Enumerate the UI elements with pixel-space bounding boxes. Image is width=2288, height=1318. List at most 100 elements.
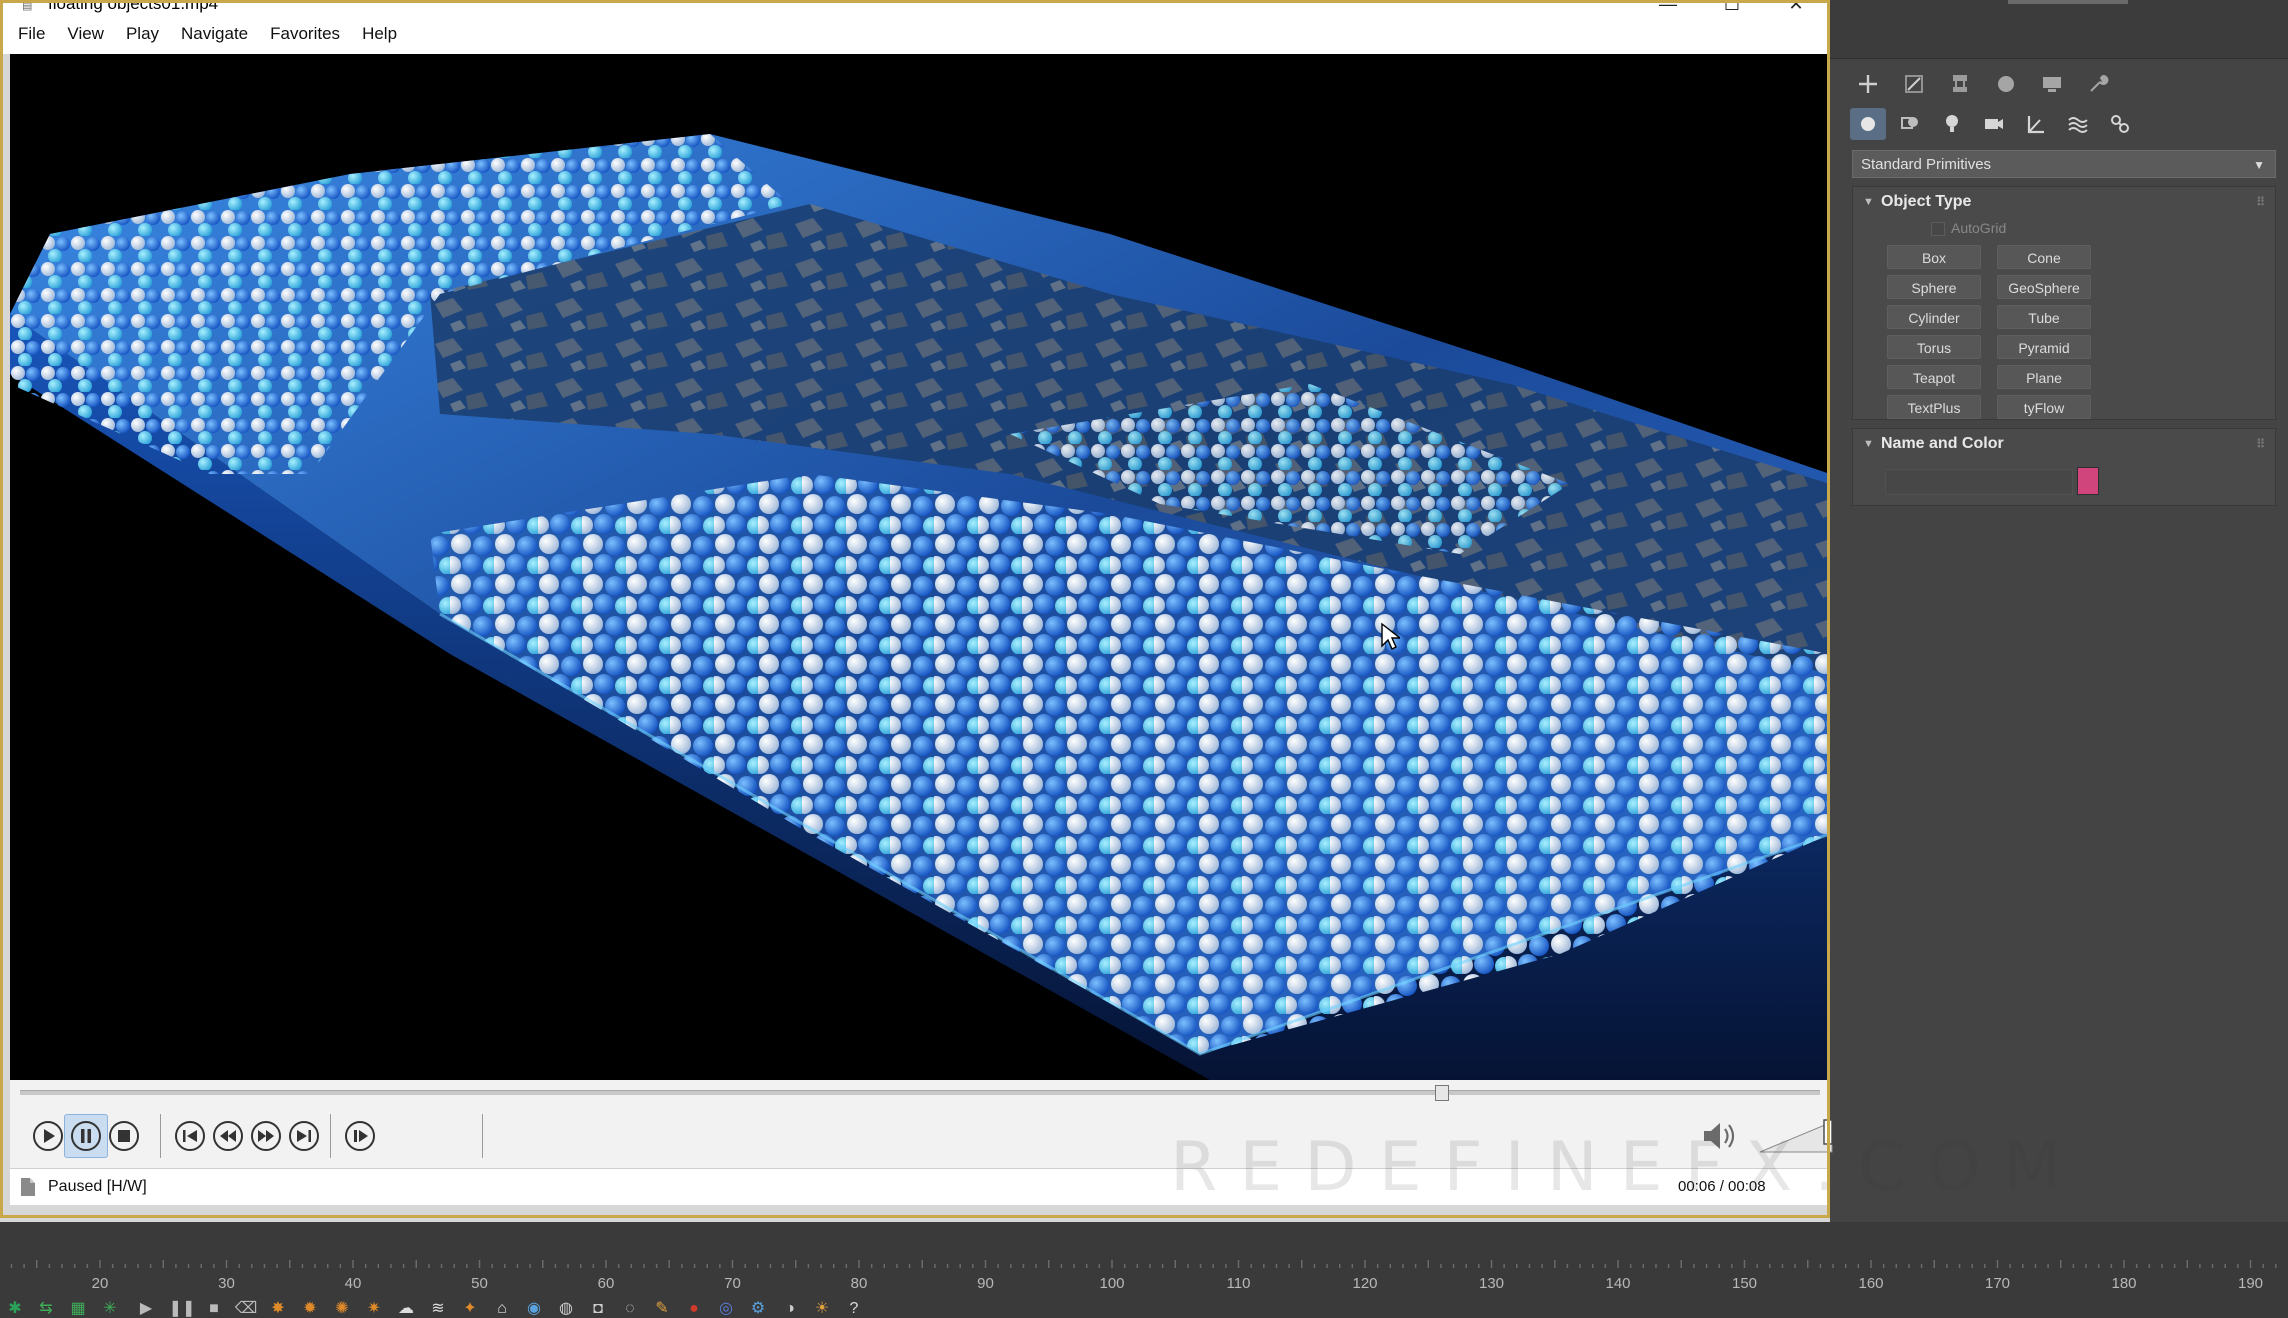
helpers-category-icon[interactable] <box>2018 108 2054 140</box>
stop-animation-icon[interactable]: ■ <box>198 1298 230 1318</box>
autogrid-checkbox[interactable]: AutoGrid <box>1931 217 2006 239</box>
cloud-tool-icon[interactable]: ☁ <box>390 1298 422 1318</box>
playback-status: Paused [H/W] <box>48 1178 147 1195</box>
timeline-tick-label: 50 <box>471 1275 488 1292</box>
rewind-icon <box>213 1121 243 1151</box>
seek-thumb[interactable] <box>1435 1085 1449 1101</box>
panel-top-strip <box>1830 0 2288 59</box>
motion-tab-icon[interactable] <box>1988 68 2024 100</box>
object-name-input[interactable] <box>1885 469 2073 495</box>
name-and-color-header[interactable]: ▼ Name and Color ⠿ <box>1853 429 2275 459</box>
flame-tool-icon[interactable]: ✹ <box>294 1298 326 1318</box>
cameras-category-icon[interactable] <box>1976 108 2012 140</box>
tube-button[interactable]: Tube <box>1997 305 2091 329</box>
create-category-tabs <box>1850 108 2138 142</box>
utilities-tab-icon[interactable] <box>2080 68 2116 100</box>
video-viewport[interactable] <box>10 54 1830 1080</box>
sphere-button[interactable]: Sphere <box>1887 275 1981 299</box>
tyflow-button[interactable]: tyFlow <box>1997 395 2091 419</box>
geometry-category-icon[interactable] <box>1850 108 1886 140</box>
burst-tool-icon[interactable]: ✺ <box>326 1298 358 1318</box>
globe-tool-icon[interactable]: ◍ <box>550 1298 582 1318</box>
modify-tab-icon[interactable] <box>1896 68 1932 100</box>
textplus-button[interactable]: TextPlus <box>1887 395 1981 419</box>
systems-category-icon[interactable] <box>2102 108 2138 140</box>
brush-tool-icon[interactable]: ✎ <box>646 1298 678 1318</box>
plane-button[interactable]: Plane <box>1997 365 2091 389</box>
fast-forward-icon <box>251 1121 281 1151</box>
key-filter-icon[interactable]: ✳ <box>94 1298 126 1318</box>
cone-button[interactable]: Cone <box>1997 245 2091 269</box>
object-type-header[interactable]: ▼ Object Type ⠿ <box>1853 187 2275 217</box>
stop-button[interactable] <box>102 1114 146 1158</box>
timeline-tick-label: 140 <box>1605 1275 1630 1292</box>
box-button[interactable]: Box <box>1887 245 1981 269</box>
bucket-tool-icon[interactable]: ◘ <box>582 1298 614 1318</box>
delete-icon[interactable]: ⌫ <box>230 1298 262 1318</box>
timeline-tick-label: 160 <box>1858 1275 1883 1292</box>
cylinder-button[interactable]: Cylinder <box>1887 305 1981 329</box>
dropdown-value: Standard Primitives <box>1861 156 1992 173</box>
lights-category-icon[interactable] <box>1934 108 1970 140</box>
play-icon <box>33 1121 63 1151</box>
shapes-category-icon[interactable] <box>1892 108 1928 140</box>
spark-tool-icon[interactable]: ✷ <box>358 1298 390 1318</box>
close-icon[interactable]: ✕ <box>1776 0 1816 14</box>
cup-tool-icon[interactable]: ◌ <box>614 1298 646 1318</box>
water-tool-icon[interactable]: ◉ <box>518 1298 550 1318</box>
timeline-tick-label: 170 <box>1985 1275 2010 1292</box>
fire-source-icon[interactable]: ✦ <box>454 1298 486 1318</box>
render-tool-icon[interactable]: ◎ <box>710 1298 742 1318</box>
control-separator <box>330 1114 331 1158</box>
hierarchy-tab-icon[interactable] <box>1942 68 1978 100</box>
menu-play[interactable]: Play <box>126 24 159 44</box>
record-tool-icon[interactable]: ● <box>678 1298 710 1318</box>
object-type-title: Object Type <box>1881 193 1972 210</box>
control-separator <box>160 1114 161 1158</box>
bottom-toolbar: ✱ ⇆ ▦ ✳ ▶ ❚❚ ■ ⌫ ✸ ✹ ✺ ✷ ☁ ≋ ✦ ⌂ ◉ ◍ ◘ ◌… <box>0 1298 2288 1318</box>
smoke-tool-icon[interactable]: ≋ <box>422 1298 454 1318</box>
timeline-tick-label: 130 <box>1479 1275 1504 1292</box>
create-tab-icon[interactable] <box>1850 68 1886 100</box>
light-tool-icon[interactable]: ☀ <box>806 1298 838 1318</box>
menu-file[interactable]: File <box>18 24 45 44</box>
geosphere-button[interactable]: GeoSphere <box>1997 275 2091 299</box>
drag-handle-icon[interactable]: ⠿ <box>2256 187 2265 217</box>
command-panel-tabs <box>1850 68 2116 102</box>
filters-icon[interactable]: ▦ <box>62 1298 94 1318</box>
timeline-ruler[interactable]: 20 30 40 50 60 70 80 90 100 110 120 130 140 150 160 170… <box>0 1254 2288 1294</box>
timeline-area: 20 30 40 50 60 70 80 90 100 110 120 130 140 150 160 170… <box>0 1222 2288 1318</box>
drag-handle-icon[interactable]: ⠿ <box>2256 429 2265 459</box>
set-key-icon[interactable]: ⇆ <box>30 1298 62 1318</box>
panel-top-tab[interactable] <box>2008 0 2128 4</box>
pause-animation-icon[interactable]: ❚❚ <box>166 1298 198 1318</box>
menu-view[interactable]: View <box>67 24 104 44</box>
object-color-swatch[interactable] <box>2077 467 2099 495</box>
collapse-triangle-icon: ▼ <box>1863 196 1874 208</box>
sphere-tool-icon[interactable]: ◑ <box>774 1298 806 1318</box>
pyramid-button[interactable]: Pyramid <box>1997 335 2091 359</box>
maximize-icon[interactable]: ☐ <box>1712 0 1752 14</box>
spacewarps-category-icon[interactable] <box>2060 108 2096 140</box>
torus-button[interactable]: Torus <box>1887 335 1981 359</box>
frame-step-button[interactable] <box>338 1114 382 1158</box>
teapot-button[interactable]: Teapot <box>1887 365 1981 389</box>
skip-forward-button[interactable] <box>282 1114 326 1158</box>
menu-favorites[interactable]: Favorites <box>270 24 340 44</box>
menu-help[interactable]: Help <box>362 24 397 44</box>
container-tool-icon[interactable]: ⌂ <box>486 1298 518 1318</box>
seek-bar[interactable] <box>20 1085 1820 1101</box>
play-animation-icon[interactable]: ▶ <box>126 1298 166 1318</box>
menu-bar: File View Play Navigate Favorites Help <box>0 14 1830 54</box>
fire-tool-icon[interactable]: ✸ <box>262 1298 294 1318</box>
minimize-icon[interactable]: — <box>1648 0 1688 14</box>
settings-tool-icon[interactable]: ⚙ <box>742 1298 774 1318</box>
help-icon[interactable]: ? <box>838 1298 870 1318</box>
display-tab-icon[interactable] <box>2034 68 2070 100</box>
primitive-type-dropdown[interactable]: Standard Primitives ▼ <box>1852 150 2276 178</box>
skip-forward-icon <box>289 1121 319 1151</box>
key-tools-icon[interactable]: ✱ <box>0 1298 30 1318</box>
timeline-tick-label: 100 <box>1099 1275 1124 1292</box>
menu-navigate[interactable]: Navigate <box>181 24 248 44</box>
skip-back-icon <box>175 1121 205 1151</box>
